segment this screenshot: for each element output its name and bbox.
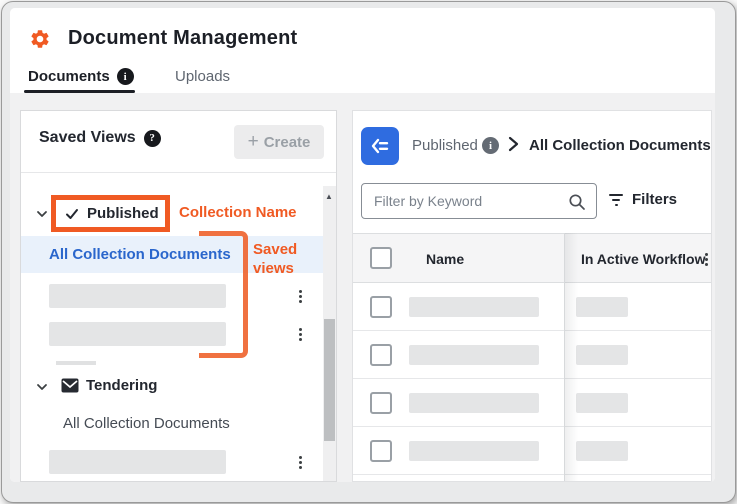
- table-row[interactable]: [353, 475, 711, 481]
- more-vertical-icon[interactable]: [292, 287, 308, 305]
- app-content: Document Management Documents i Uploads …: [10, 8, 715, 482]
- filter-icon: [609, 193, 623, 206]
- filters-button[interactable]: Filters: [609, 191, 677, 208]
- saved-views-annotation-bracket: [199, 231, 248, 358]
- page-title: Document Management: [68, 27, 298, 49]
- create-button[interactable]: + Create: [234, 125, 324, 159]
- documents-table: Name In Active Workflow: [353, 233, 711, 481]
- info-icon[interactable]: i: [116, 68, 134, 85]
- column-header-name[interactable]: Name: [426, 251, 464, 267]
- saved-views-title-label: Saved Views: [39, 129, 136, 146]
- row-checkbox[interactable]: [370, 392, 392, 414]
- app-window: Document Management Documents i Uploads …: [1, 1, 736, 503]
- documents-panel: Published i All Collection Documents Fil…: [352, 110, 712, 482]
- create-button-label: Create: [263, 133, 311, 151]
- collection-name-annotation-box: Published: [51, 195, 170, 232]
- select-all-checkbox[interactable]: [370, 247, 392, 269]
- app-header: Document Management Documents i Uploads: [10, 8, 715, 93]
- table-row[interactable]: [353, 331, 711, 379]
- collapse-panel-button[interactable]: [361, 127, 399, 165]
- annotation-saved-views: Saved views: [253, 241, 298, 277]
- main-area: Saved Views ? + Create Published Collect…: [10, 93, 715, 482]
- pinned-column-shadow: [565, 233, 578, 481]
- check-icon: [66, 208, 78, 219]
- divider: [21, 172, 336, 173]
- collection-tendering: Tendering: [86, 377, 158, 394]
- tab-uploads[interactable]: Uploads: [175, 68, 230, 85]
- table-row[interactable]: [353, 379, 711, 427]
- more-vertical-icon[interactable]: [292, 453, 308, 471]
- saved-view-placeholder[interactable]: [49, 450, 226, 474]
- column-menu-icon[interactable]: [698, 250, 711, 268]
- search-icon[interactable]: [568, 193, 586, 211]
- saved-view-item[interactable]: All Collection Documents: [63, 415, 230, 432]
- scroll-up-arrow-icon[interactable]: ▲: [325, 192, 333, 201]
- mail-icon: [61, 378, 79, 393]
- cell-workflow-placeholder: [576, 297, 628, 317]
- cell-name-placeholder: [409, 441, 539, 461]
- collection-published[interactable]: Published: [87, 205, 159, 222]
- gear-icon: [31, 30, 49, 48]
- saved-views-panel: Saved Views ? + Create Published Collect…: [20, 110, 337, 482]
- cell-workflow-placeholder: [576, 441, 628, 461]
- filters-button-label: Filters: [632, 191, 678, 208]
- more-vertical-icon[interactable]: [292, 325, 308, 343]
- scrollbar-thumb[interactable]: [324, 319, 335, 441]
- row-checkbox[interactable]: [370, 296, 392, 318]
- row-checkbox[interactable]: [370, 440, 392, 462]
- cell-name-placeholder: [409, 393, 539, 413]
- tab-documents-label: Documents: [28, 68, 110, 85]
- table-header-row: Name In Active Workflow: [353, 233, 711, 283]
- scrollbar[interactable]: ▲: [323, 186, 336, 481]
- cell-name-placeholder: [409, 345, 539, 365]
- collapse-panel-icon: [371, 138, 389, 154]
- row-checkbox[interactable]: [370, 344, 392, 366]
- chevron-right-icon: [508, 136, 519, 152]
- help-icon[interactable]: ?: [143, 129, 161, 147]
- truncated-item-placeholder: [56, 361, 96, 365]
- saved-views-title: Saved Views ?: [39, 129, 161, 147]
- info-icon[interactable]: i: [482, 137, 499, 154]
- table-row[interactable]: [353, 427, 711, 475]
- plus-icon: +: [247, 131, 259, 152]
- annotation-collection-name: Collection Name: [179, 204, 297, 221]
- keyword-filter-input[interactable]: [362, 184, 596, 218]
- collection-tendering-row[interactable]: Tendering: [21, 376, 321, 398]
- tab-documents[interactable]: Documents i: [28, 68, 134, 85]
- tab-uploads-label: Uploads: [175, 68, 231, 85]
- breadcrumb-collection[interactable]: Published: [412, 137, 478, 154]
- column-header-in-active-workflow[interactable]: In Active Workflow: [581, 251, 705, 267]
- chevron-down-icon[interactable]: [36, 208, 48, 220]
- keyword-filter: [361, 183, 597, 219]
- cell-workflow-placeholder: [576, 345, 628, 365]
- cell-workflow-placeholder: [576, 393, 628, 413]
- table-row[interactable]: [353, 283, 711, 331]
- cell-name-placeholder: [409, 297, 539, 317]
- breadcrumb-view: All Collection Documents: [529, 137, 711, 154]
